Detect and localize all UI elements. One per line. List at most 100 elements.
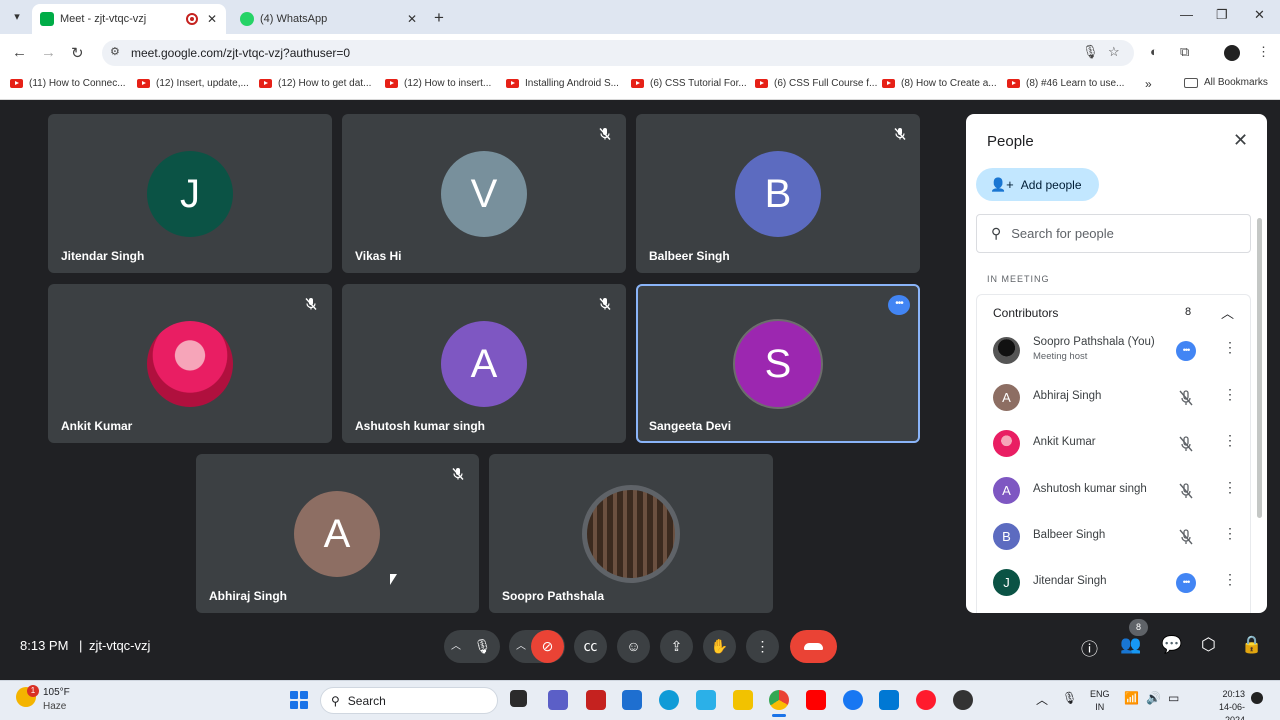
bookmark-item[interactable]: (6) CSS Full Course f... — [755, 78, 877, 89]
forward-button[interactable]: → — [41, 44, 56, 61]
panel-scrollbar[interactable] — [1257, 218, 1262, 518]
microphone-button[interactable]: 🎙 — [466, 630, 499, 663]
participant-tile[interactable]: B Balbeer Singh — [636, 114, 920, 273]
task-view-icon[interactable] — [510, 690, 527, 707]
bookmark-item[interactable]: (12) Insert, update,... — [137, 78, 249, 89]
captions-button[interactable]: ㏄ — [574, 630, 607, 663]
file-explorer-icon[interactable] — [733, 690, 753, 710]
facebook-icon[interactable] — [843, 690, 863, 710]
video-options-chevron-icon[interactable]: ︿ — [510, 630, 532, 663]
microphone-in-use-icon[interactable]: 🎙 — [1082, 44, 1099, 60]
participant-tile[interactable]: J Jitendar Singh — [48, 114, 332, 273]
store-icon[interactable] — [622, 690, 642, 710]
contributors-header[interactable]: Contributors 8 ︿ — [976, 294, 1251, 328]
participant-tile-active[interactable]: ••• S Sangeeta Devi — [636, 284, 920, 443]
back-button[interactable]: ← — [12, 44, 27, 61]
list-item[interactable]: Ankit Kumar ⋮ — [977, 421, 1252, 467]
all-bookmarks-button[interactable]: All Bookmarks — [1184, 77, 1268, 88]
speaking-more-icon[interactable]: ••• — [1176, 341, 1196, 361]
acrobat-icon[interactable] — [586, 690, 606, 710]
more-options-icon[interactable]: ⋮ — [1223, 432, 1237, 449]
more-options-icon[interactable]: ⋮ — [1223, 525, 1237, 542]
bookmark-item[interactable]: (12) How to insert... — [385, 78, 491, 89]
minimize-button[interactable]: — — [1180, 7, 1193, 22]
participant-tile[interactable]: A Abhiraj Singh — [196, 454, 479, 613]
list-item[interactable]: B Balbeer Singh ⋮ — [977, 514, 1252, 560]
activities-icon[interactable]: ⬡ — [1201, 635, 1216, 655]
mic-off-icon — [452, 468, 464, 480]
wifi-icon[interactable]: 📶 — [1124, 691, 1139, 705]
bookmark-item[interactable]: (11) How to Connec... — [10, 78, 126, 89]
people-icon[interactable]: 👥 — [1120, 635, 1141, 655]
participant-tile[interactable]: A Ashutosh kumar singh — [342, 284, 626, 443]
camera-off-button[interactable]: ⊘ — [531, 630, 564, 663]
new-tab-button[interactable]: + — [434, 8, 444, 28]
chrome-icon[interactable] — [769, 690, 789, 710]
opera-icon[interactable] — [916, 690, 936, 710]
notification-icon[interactable] — [1251, 692, 1263, 704]
vscode-icon[interactable] — [879, 690, 899, 710]
more-options-icon[interactable]: ⋮ — [1223, 479, 1237, 496]
restore-button[interactable]: ❐ — [1216, 7, 1228, 23]
present-screen-button[interactable]: ⇪ — [660, 630, 693, 663]
reload-button[interactable]: ↻ — [71, 44, 84, 62]
search-people-input[interactable]: ⚲ Search for people — [976, 214, 1251, 253]
bookmark-item[interactable]: Installing Android S... — [506, 78, 619, 89]
edge-icon[interactable] — [659, 690, 679, 710]
input-language[interactable]: ENG IN — [1090, 688, 1110, 714]
bookmark-item[interactable]: (12) How to get dat... — [259, 78, 371, 89]
more-bookmarks-icon[interactable]: » — [1145, 77, 1152, 91]
participant-tile[interactable]: Soopro Pathshala — [489, 454, 773, 613]
browser-menu-icon[interactable]: ⋮ — [1257, 44, 1270, 60]
participant-tile[interactable]: V Vikas Hi — [342, 114, 626, 273]
teams-icon[interactable] — [548, 690, 568, 710]
leave-call-button[interactable] — [790, 630, 837, 663]
chevron-up-icon[interactable]: ︿ — [1221, 303, 1234, 322]
chat-icon[interactable]: 💬 — [1161, 635, 1182, 655]
speaking-more-icon[interactable]: ••• — [1176, 573, 1196, 593]
extension-icon[interactable]: ◐ — [1150, 44, 1158, 59]
battery-icon[interactable]: ▭ — [1168, 691, 1179, 705]
tab-search-button[interactable]: ▾ — [8, 8, 26, 26]
list-item[interactable]: A Ashutosh kumar singh ⋮ — [977, 468, 1252, 514]
meeting-details-icon[interactable]: ⓘ — [1081, 635, 1098, 660]
app-icon[interactable] — [953, 690, 973, 710]
more-options-icon[interactable]: ⋮ — [1223, 339, 1237, 356]
close-window-button[interactable]: ✕ — [1254, 7, 1265, 23]
bookmark-item[interactable]: (6) CSS Tutorial For... — [631, 78, 747, 89]
show-hidden-icons-icon[interactable]: ︿ — [1036, 691, 1048, 708]
more-options-button[interactable]: ⋮ — [746, 630, 779, 663]
more-options-icon[interactable]: ⋮ — [1223, 386, 1237, 403]
extensions-puzzle-icon[interactable]: ⧉ — [1180, 44, 1189, 60]
more-options-icon[interactable]: ⋮ — [1223, 571, 1237, 588]
close-tab-icon[interactable]: ✕ — [406, 12, 418, 26]
weather-temperature[interactable]: 105°F — [43, 687, 70, 698]
app-icon[interactable] — [696, 690, 716, 710]
add-people-button[interactable]: 👤+ Add people — [976, 168, 1099, 201]
system-clock[interactable]: 20:13 14-06-2024 — [1203, 688, 1245, 720]
bookmark-item[interactable]: (8) How to Create a... — [882, 78, 997, 89]
url-text[interactable]: meet.google.com/zjt-vtqc-vzj?authuser=0 — [131, 46, 350, 60]
youtube-icon[interactable] — [806, 690, 826, 710]
tab-meet[interactable]: Meet - zjt-vtqc-vzj ✕ — [32, 4, 226, 34]
profile-avatar[interactable] — [1224, 45, 1240, 61]
participant-options-icon[interactable]: ••• — [888, 295, 910, 315]
list-item[interactable]: J Jitendar Singh ••• ⋮ — [977, 560, 1252, 606]
list-item[interactable]: Soopro Pathshala (You) Meeting host ••• … — [977, 328, 1252, 374]
microphone-tray-icon[interactable]: 🎙 — [1062, 691, 1077, 705]
volume-icon[interactable]: 🔊 — [1146, 691, 1161, 705]
bookmark-star-icon[interactable]: ☆ — [1108, 44, 1120, 60]
audio-options-chevron-icon[interactable]: ︿ — [445, 630, 467, 663]
emoji-reactions-button[interactable]: ☺ — [617, 630, 650, 663]
tab-whatsapp[interactable]: (4) WhatsApp ✕ — [232, 4, 426, 34]
close-panel-icon[interactable]: ✕ — [1233, 130, 1248, 151]
start-menu-icon[interactable] — [290, 691, 308, 709]
bookmark-item[interactable]: (8) #46 Learn to use... — [1007, 78, 1124, 89]
site-info-icon[interactable]: ⚙ — [110, 45, 120, 58]
close-tab-icon[interactable]: ✕ — [206, 12, 218, 26]
list-item[interactable]: A Abhiraj Singh ⋮ — [977, 375, 1252, 421]
taskbar-search[interactable]: ⚲ Search — [320, 687, 498, 714]
host-controls-icon[interactable]: 🔒 — [1241, 635, 1262, 655]
participant-tile[interactable]: Ankit Kumar — [48, 284, 332, 443]
raise-hand-button[interactable]: ✋ — [703, 630, 736, 663]
